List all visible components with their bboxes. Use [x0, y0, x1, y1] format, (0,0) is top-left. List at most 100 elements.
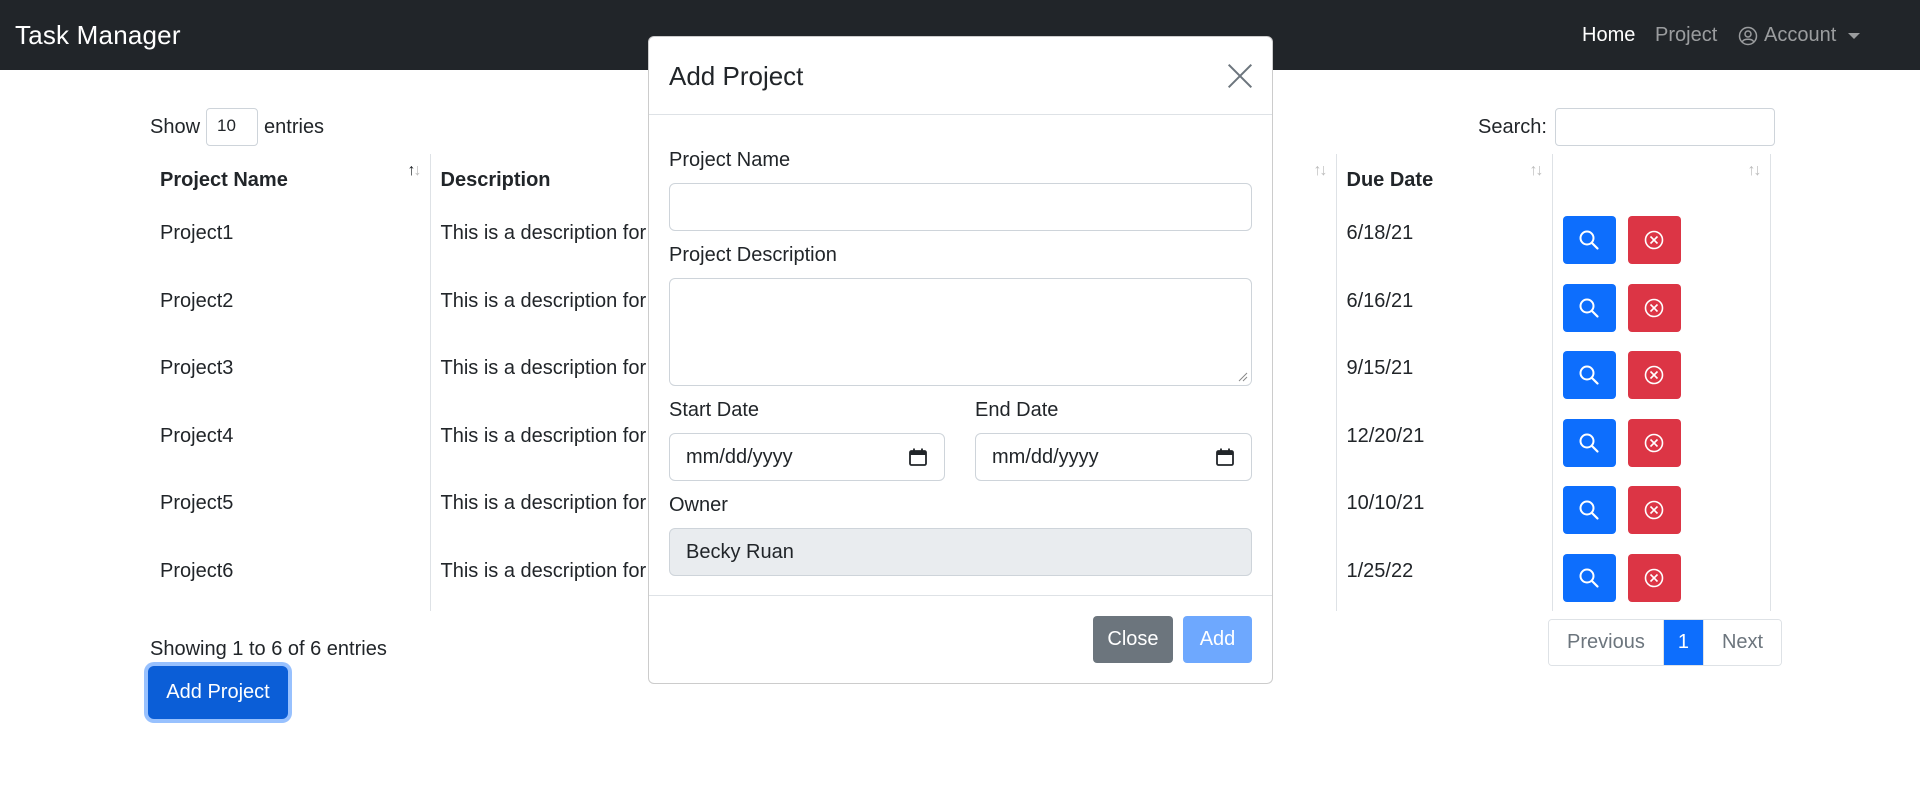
delete-button[interactable] [1627, 351, 1681, 399]
column-header-label: Project Name [160, 168, 288, 191]
view-button[interactable] [1562, 553, 1616, 602]
next-page-button[interactable]: Next [1702, 620, 1782, 665]
view-button[interactable] [1562, 216, 1616, 264]
owner-label: Owner [669, 494, 728, 516]
delete-button[interactable] [1627, 486, 1681, 534]
due-date-cell: 12/20/21 [1336, 408, 1553, 476]
row-actions [1562, 283, 1760, 332]
due-date-cell: 6/16/21 [1336, 273, 1553, 341]
nav-home[interactable]: Home [1582, 24, 1635, 47]
row-actions [1562, 486, 1760, 534]
project-name-cell: Project1 [150, 206, 431, 274]
actions-cell [1552, 408, 1771, 476]
delete-button[interactable] [1627, 283, 1681, 332]
project-name-cell: Project5 [150, 476, 431, 544]
start-date-input[interactable]: mm/dd/yyyy [669, 433, 945, 481]
view-button[interactable] [1562, 351, 1616, 399]
add-button[interactable]: Add [1183, 616, 1252, 663]
start-date-value: mm/dd/yyyy [686, 445, 793, 468]
brand[interactable]: Task Manager [15, 20, 181, 51]
resize-handle-icon[interactable] [1238, 372, 1248, 382]
end-date-input[interactable]: mm/dd/yyyy [975, 433, 1252, 481]
project-name-cell: Project6 [150, 543, 431, 611]
chevron-down-icon [1848, 32, 1861, 39]
project-name-input[interactable] [669, 183, 1252, 231]
actions-cell [1552, 206, 1771, 274]
close-button[interactable]: Close [1093, 616, 1173, 663]
modal-title: Add Project [669, 61, 804, 91]
column-header-project-name[interactable]: Project Name ↑↓ [150, 154, 431, 206]
table-info: Showing 1 to 6 of 6 entries [150, 638, 387, 660]
due-date-cell: 10/10/21 [1336, 476, 1553, 544]
end-date-label: End Date [975, 399, 1059, 421]
project-name-label: Project Name [669, 149, 791, 171]
close-icon[interactable] [1227, 63, 1253, 89]
search-input[interactable] [1554, 108, 1775, 146]
delete-button[interactable] [1627, 216, 1681, 264]
column-header-label: Description [440, 168, 551, 191]
actions-cell [1552, 476, 1771, 544]
nav-project[interactable]: Project [1655, 24, 1717, 47]
user-circle-icon [1738, 26, 1758, 45]
view-button[interactable] [1562, 283, 1616, 332]
add-project-button[interactable]: Add Project [148, 666, 288, 719]
page-length-select[interactable]: 10 [206, 108, 259, 146]
actions-cell [1552, 543, 1771, 611]
due-date-cell: 9/15/21 [1336, 341, 1553, 409]
page-length-control: Show 10 entries [150, 108, 324, 146]
add-project-modal: Add Project Project Name Project Descrip… [648, 36, 1273, 684]
actions-cell [1552, 341, 1771, 409]
sort-icon: ↑↓ [1313, 162, 1328, 179]
x-circle-icon [1644, 230, 1664, 250]
actions-cell [1552, 273, 1771, 341]
project-name-cell: Project3 [150, 341, 431, 409]
modal-header: Add Project [649, 37, 1272, 115]
row-actions [1562, 553, 1760, 602]
column-header-due-date[interactable]: Due Date ↑↓ [1336, 154, 1553, 206]
search-icon [1579, 298, 1599, 318]
modal-footer [649, 595, 1272, 683]
sort-icon: ↑↓ [1747, 162, 1762, 179]
end-date-value: mm/dd/yyyy [992, 445, 1099, 468]
project-description-label: Project Description [669, 244, 837, 266]
sort-icon: ↑↓ [1529, 162, 1544, 179]
pagination: Previous 1 Next [1548, 619, 1783, 666]
entries-label: entries [264, 115, 325, 138]
calendar-icon[interactable] [908, 447, 928, 467]
search-control: Search: [1478, 108, 1775, 146]
sort-icon: ↑↓ [407, 162, 422, 179]
view-button[interactable] [1562, 418, 1616, 467]
row-actions [1562, 418, 1760, 467]
search-icon [1579, 230, 1599, 250]
calendar-icon[interactable] [1215, 447, 1235, 467]
account-label: Account [1764, 24, 1837, 46]
column-header-label: Due Date [1346, 168, 1434, 191]
due-date-cell: 1/25/22 [1336, 543, 1553, 611]
x-circle-icon [1644, 433, 1664, 452]
search-icon [1579, 568, 1599, 588]
row-actions [1562, 351, 1760, 399]
project-description-textarea[interactable] [669, 278, 1252, 386]
due-date-cell: 6/18/21 [1336, 206, 1553, 274]
search-label: Search: [1478, 115, 1547, 138]
owner-field: Becky Ruan [669, 528, 1252, 576]
project-name-cell: Project4 [150, 408, 431, 476]
start-date-label: Start Date [669, 399, 760, 421]
delete-button[interactable] [1627, 418, 1681, 467]
row-actions [1562, 216, 1760, 264]
column-header-actions[interactable]: ↑↓ [1552, 154, 1771, 206]
previous-page-button[interactable]: Previous [1549, 620, 1663, 665]
search-icon [1579, 500, 1599, 520]
x-circle-icon [1644, 500, 1664, 520]
project-name-cell: Project2 [150, 273, 431, 341]
x-circle-icon [1644, 298, 1664, 317]
show-label: Show [150, 115, 201, 138]
view-button[interactable] [1562, 486, 1616, 534]
x-circle-icon [1644, 568, 1664, 587]
page-1-button[interactable]: 1 [1662, 620, 1703, 665]
x-circle-icon [1644, 365, 1664, 385]
search-icon [1579, 433, 1599, 453]
search-icon [1579, 365, 1599, 385]
delete-button[interactable] [1627, 553, 1681, 602]
nav-account-dropdown[interactable]: Account [1738, 24, 1861, 47]
